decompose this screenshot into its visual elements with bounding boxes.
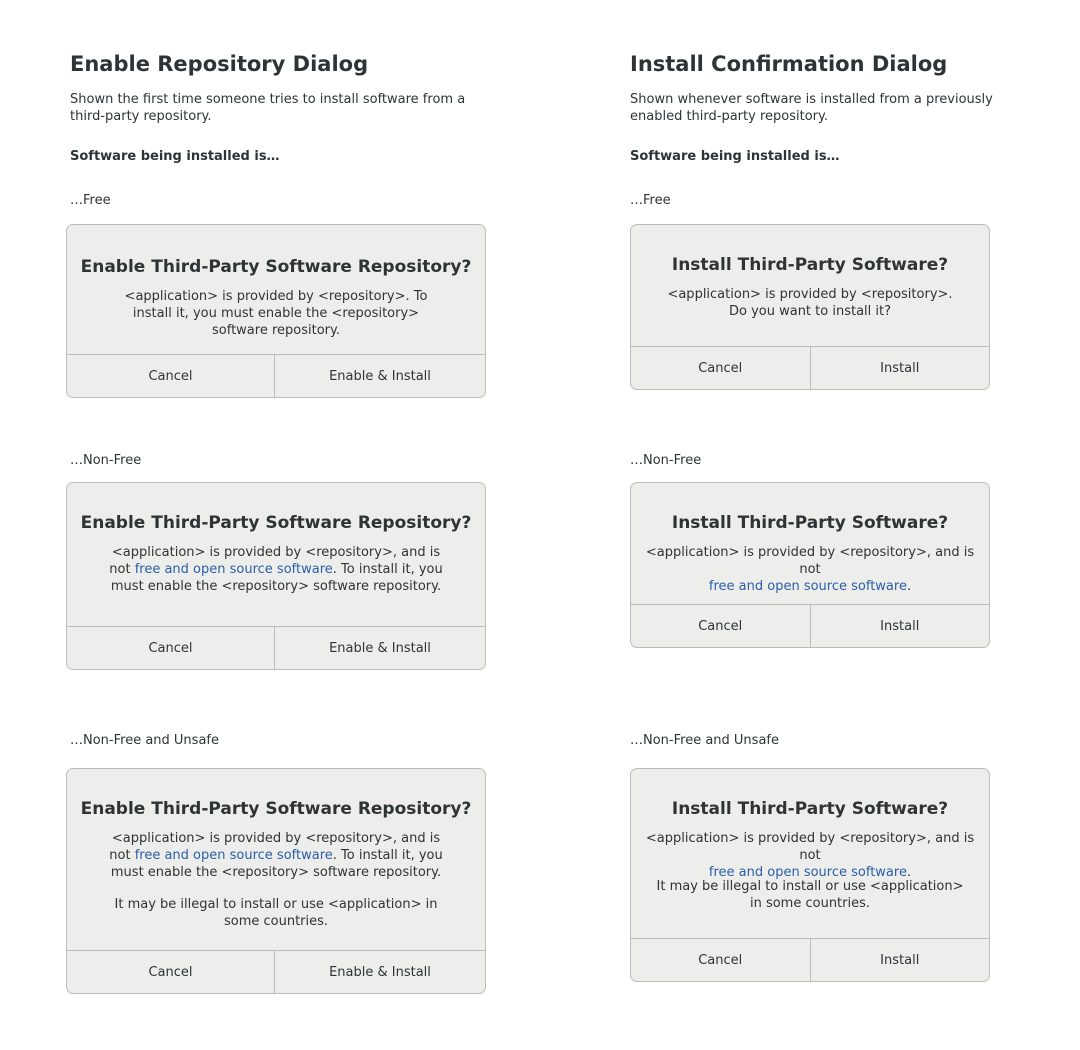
dialog-title: Install Third-Party Software?	[671, 799, 949, 819]
dialog-body: <application> is provided by <repository…	[641, 286, 979, 320]
enable-install-button[interactable]: Enable & Install	[274, 627, 485, 669]
dialog-title: Enable Third-Party Software Repository?	[80, 799, 472, 819]
column-title: Install Confirmation Dialog	[630, 52, 948, 76]
cancel-button[interactable]: Cancel	[67, 355, 274, 397]
dialog-buttons: Cancel Install	[631, 604, 989, 647]
dialog-title: Enable Third-Party Software Repository?	[80, 513, 472, 533]
warning-line: in some countries.	[749, 896, 871, 911]
enable-install-button[interactable]: Enable & Install	[274, 951, 485, 993]
cancel-button[interactable]: Cancel	[631, 347, 810, 389]
dialog-buttons: Cancel Enable & Install	[67, 626, 485, 669]
dialog-warning: It may be illegal to install or use <app…	[114, 897, 438, 929]
install-button[interactable]: Install	[809, 605, 990, 647]
dialog-body: <application> is provided by <repository…	[637, 830, 983, 881]
install-dialog-non-free: Install Third-Party Software? <applicati…	[630, 482, 990, 648]
enable-repo-dialog-non-free-unsafe: Enable Third-Party Software Repository? …	[66, 768, 486, 994]
install-dialog-free: Install Third-Party Software? <applicati…	[630, 224, 990, 390]
dialog-body: <application> is provided by <repository…	[105, 544, 447, 595]
variant-label-free: …Free	[70, 193, 111, 208]
column-description: Shown the first time someone tries to in…	[70, 92, 466, 124]
variant-label-free: …Free	[630, 193, 671, 208]
body-text: <application> is provided by <repository…	[645, 545, 975, 577]
cancel-button[interactable]: Cancel	[631, 605, 810, 647]
dialog-body: <application> is provided by <repository…	[124, 289, 428, 338]
dialog-body: <application> is provided by <repository…	[637, 544, 983, 595]
install-button[interactable]: Install	[809, 939, 990, 981]
cancel-button[interactable]: Cancel	[631, 939, 810, 981]
warning-line: It may be illegal to install or use <app…	[656, 879, 964, 894]
cancel-button[interactable]: Cancel	[67, 627, 274, 669]
column-lead: Software being installed is…	[630, 149, 840, 164]
dialog-title: Install Third-Party Software?	[671, 513, 949, 533]
column-description: Shown whenever software is installed fro…	[630, 92, 993, 124]
foss-link[interactable]: free and open source software	[709, 579, 907, 594]
enable-install-button[interactable]: Enable & Install	[274, 355, 485, 397]
install-dialog-non-free-unsafe: Install Third-Party Software? <applicati…	[630, 768, 990, 982]
dialog-buttons: Cancel Enable & Install	[67, 354, 485, 397]
foss-link[interactable]: free and open source software	[135, 562, 333, 577]
variant-label-non-free: …Non-Free	[70, 453, 142, 468]
variant-label-non-free-unsafe: …Non-Free and Unsafe	[70, 733, 219, 748]
body-line: <application> is provided by <repository…	[667, 287, 953, 302]
dialog-buttons: Cancel Install	[631, 346, 989, 389]
variant-label-non-free-unsafe: …Non-Free and Unsafe	[630, 733, 779, 748]
variant-label-non-free: …Non-Free	[630, 453, 702, 468]
dialog-body: <application> is provided by <repository…	[105, 830, 447, 881]
cancel-button[interactable]: Cancel	[67, 951, 274, 993]
dialog-title: Enable Third-Party Software Repository?	[80, 257, 472, 277]
dialog-warning: It may be illegal to install or use <app…	[641, 878, 979, 912]
body-text-after-link: .	[906, 579, 912, 594]
foss-link[interactable]: free and open source software	[135, 848, 333, 863]
dialog-title: Install Third-Party Software?	[671, 255, 949, 275]
body-text: <application> is provided by <repository…	[645, 831, 975, 863]
enable-repo-dialog-free: Enable Third-Party Software Repository? …	[66, 224, 486, 398]
install-button[interactable]: Install	[809, 347, 990, 389]
enable-repo-dialog-non-free: Enable Third-Party Software Repository? …	[66, 482, 486, 670]
body-line: Do you want to install it?	[728, 304, 892, 319]
dialog-buttons: Cancel Install	[631, 938, 989, 981]
column-title: Enable Repository Dialog	[70, 52, 369, 76]
dialog-buttons: Cancel Enable & Install	[67, 950, 485, 993]
column-lead: Software being installed is…	[70, 149, 280, 164]
